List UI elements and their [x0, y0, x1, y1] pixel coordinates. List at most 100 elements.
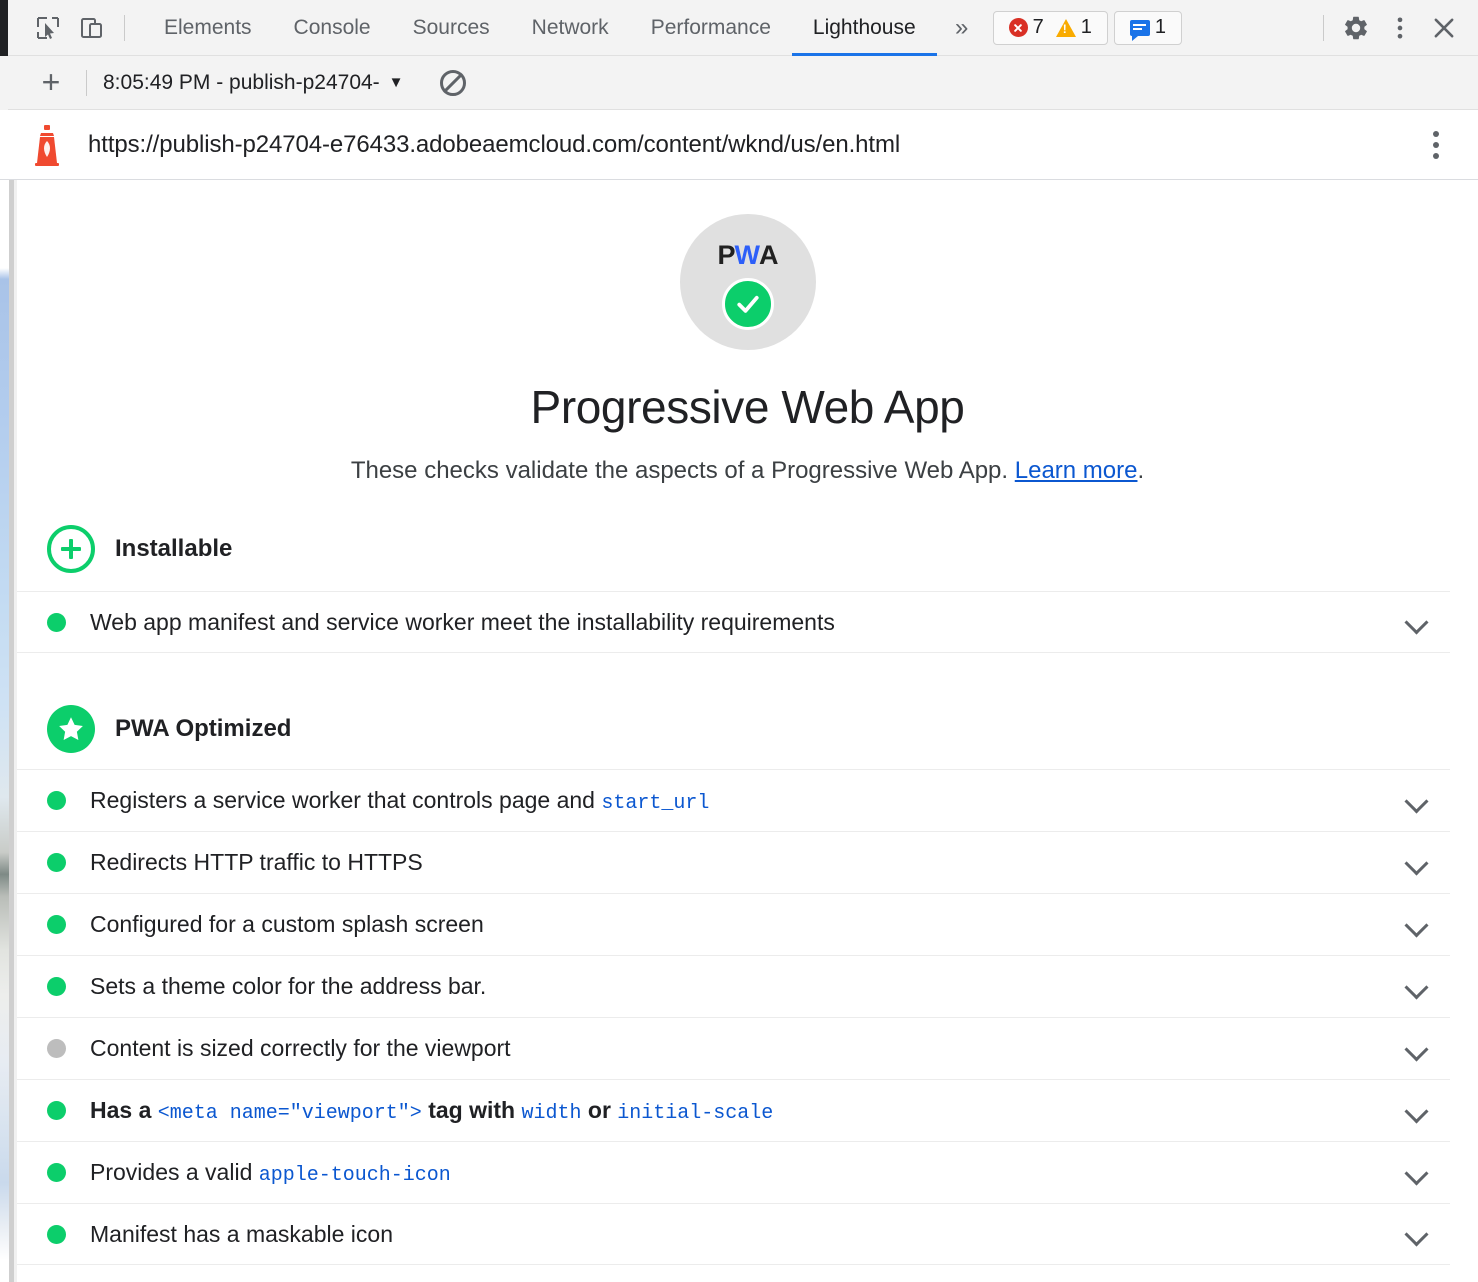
- status-dot-pass: [47, 791, 66, 810]
- chevron-down-icon[interactable]: [1404, 1160, 1430, 1186]
- messages-counter-group[interactable]: 1: [1114, 11, 1182, 45]
- more-vertical-icon[interactable]: [1378, 6, 1422, 50]
- no-entry-icon: [440, 70, 466, 96]
- audit-row[interactable]: Redirects HTTP traffic to HTTPS: [17, 831, 1450, 893]
- message-counter[interactable]: 1: [1124, 16, 1172, 39]
- audit-row[interactable]: Has a <meta name="viewport"> tag with wi…: [17, 1079, 1450, 1141]
- tab-network[interactable]: Network: [511, 0, 630, 56]
- chevron-down-icon[interactable]: [1404, 788, 1430, 814]
- audit-row[interactable]: Registers a service worker that controls…: [17, 769, 1450, 831]
- chevron-down-icon[interactable]: [1404, 1036, 1430, 1062]
- toolbar-separator: [124, 15, 125, 41]
- lighthouse-icon: [28, 123, 66, 167]
- tab-console[interactable]: Console: [273, 0, 392, 56]
- audit-row[interactable]: Web app manifest and service worker meet…: [17, 591, 1450, 653]
- report-url-bar: https://publish-p24704-e76433.adobeaemcl…: [0, 110, 1478, 180]
- report-options-menu-icon[interactable]: [1416, 121, 1456, 169]
- lighthouse-toolbar-edge: [0, 56, 8, 110]
- toolbar-separator-right: [1323, 15, 1324, 41]
- category-header-installable: Installable: [17, 525, 1478, 573]
- underlying-page-sliver: [0, 180, 9, 1282]
- device-toolbar-icon[interactable]: [70, 6, 114, 50]
- lighthouse-toolbar: + 8:05:49 PM - publish-p24704- ▼: [0, 56, 1478, 110]
- chevron-down-icon[interactable]: [1404, 1221, 1430, 1247]
- category-title: Installable: [115, 535, 232, 563]
- tab-sources[interactable]: Sources: [392, 0, 511, 56]
- warning-count: 1: [1081, 16, 1092, 39]
- chevron-down-icon[interactable]: [1404, 1098, 1430, 1124]
- pwa-logo-text: PWA: [718, 242, 778, 269]
- page-title: Progressive Web App: [17, 380, 1478, 434]
- audit-title: Configured for a custom splash screen: [90, 911, 484, 938]
- star-circle-icon: [47, 705, 95, 753]
- message-icon: [1130, 20, 1150, 36]
- status-dot-pass: [47, 915, 66, 934]
- lighthouse-toolbar-separator: [86, 70, 87, 96]
- new-report-button[interactable]: +: [26, 58, 76, 108]
- chevron-down-icon[interactable]: [1404, 912, 1430, 938]
- lighthouse-report: PWA Progressive Web App These checks val…: [17, 181, 1478, 1282]
- warning-counter[interactable]: 1: [1050, 16, 1098, 39]
- more-tabs-icon[interactable]: »: [937, 0, 987, 56]
- report-selector-label: 8:05:49 PM - publish-p24704-: [103, 71, 380, 95]
- report-url: https://publish-p24704-e76433.adobeaemcl…: [88, 131, 900, 159]
- tab-lighthouse[interactable]: Lighthouse: [792, 0, 937, 56]
- status-dot-pass: [47, 1225, 66, 1244]
- learn-more-link[interactable]: Learn more: [1015, 457, 1138, 484]
- tab-performance[interactable]: Performance: [630, 0, 792, 56]
- audit-title: Registers a service worker that controls…: [90, 787, 709, 815]
- chevron-down-icon[interactable]: [1404, 609, 1430, 635]
- issues-counter-group[interactable]: 7 1: [993, 11, 1108, 45]
- close-icon[interactable]: [1422, 6, 1466, 50]
- audit-title: Provides a valid apple-touch-icon: [90, 1159, 451, 1187]
- message-count: 1: [1155, 16, 1166, 39]
- audit-title: Sets a theme color for the address bar.: [90, 973, 486, 1000]
- audit-list-installable: Web app manifest and service worker meet…: [17, 591, 1478, 653]
- report-selector-dropdown[interactable]: 8:05:49 PM - publish-p24704- ▼: [97, 71, 410, 95]
- pwa-letter-w: W: [735, 242, 759, 269]
- inspect-element-icon[interactable]: [26, 6, 70, 50]
- devtools-panel-tabs: Elements Console Sources Network Perform…: [143, 0, 937, 56]
- audit-title: Has a <meta name="viewport"> tag with wi…: [90, 1097, 773, 1125]
- pwa-badge: PWA: [680, 214, 816, 350]
- chevron-down-icon[interactable]: [1404, 850, 1430, 876]
- plus-circle-icon: [47, 525, 95, 573]
- audit-row[interactable]: Sets a theme color for the address bar.: [17, 955, 1450, 1017]
- description-text-after: .: [1137, 457, 1144, 484]
- dot: [1433, 153, 1439, 159]
- pass-check-icon: [722, 278, 774, 330]
- audit-row[interactable]: Manifest has a maskable icon: [17, 1203, 1450, 1265]
- toolbar-right-tools: [1313, 0, 1478, 56]
- status-dot-pass: [47, 1101, 66, 1120]
- audit-title: Manifest has a maskable icon: [90, 1221, 393, 1248]
- chevron-down-icon[interactable]: [1404, 974, 1430, 1000]
- status-dot-pass: [47, 1163, 66, 1182]
- audit-title: Redirects HTTP traffic to HTTPS: [90, 849, 423, 876]
- audit-title: Web app manifest and service worker meet…: [90, 609, 835, 636]
- toolbar-left-edge: [0, 0, 8, 56]
- error-icon: [1009, 18, 1028, 37]
- clear-report-button[interactable]: [430, 60, 476, 106]
- audit-row[interactable]: Configured for a custom splash screen: [17, 893, 1450, 955]
- category-header-pwa-optimized: PWA Optimized: [17, 705, 1478, 753]
- dot: [1433, 142, 1439, 148]
- category-title: PWA Optimized: [115, 715, 291, 743]
- error-counter[interactable]: 7: [1003, 16, 1050, 39]
- audit-row[interactable]: Provides a valid apple-touch-icon: [17, 1141, 1450, 1203]
- dot: [1433, 131, 1439, 137]
- description-text-before: These checks validate the aspects of a P…: [351, 457, 1015, 484]
- status-dot-pass: [47, 977, 66, 996]
- status-dot-not-applicable: [47, 1039, 66, 1058]
- status-dot-pass: [47, 853, 66, 872]
- pwa-letter-p: P: [718, 242, 735, 269]
- category-badge-wrap: PWA: [17, 181, 1478, 350]
- devtools-toolbar: Elements Console Sources Network Perform…: [0, 0, 1478, 56]
- audit-list-pwa-optimized: Registers a service worker that controls…: [17, 769, 1478, 1265]
- gear-icon[interactable]: [1334, 6, 1378, 50]
- chevron-down-icon: ▼: [389, 74, 404, 91]
- status-dot-pass: [47, 613, 66, 632]
- tab-elements[interactable]: Elements: [143, 0, 273, 56]
- audit-title: Content is sized correctly for the viewp…: [90, 1035, 511, 1062]
- pwa-letter-a: A: [759, 242, 778, 269]
- audit-row[interactable]: Content is sized correctly for the viewp…: [17, 1017, 1450, 1079]
